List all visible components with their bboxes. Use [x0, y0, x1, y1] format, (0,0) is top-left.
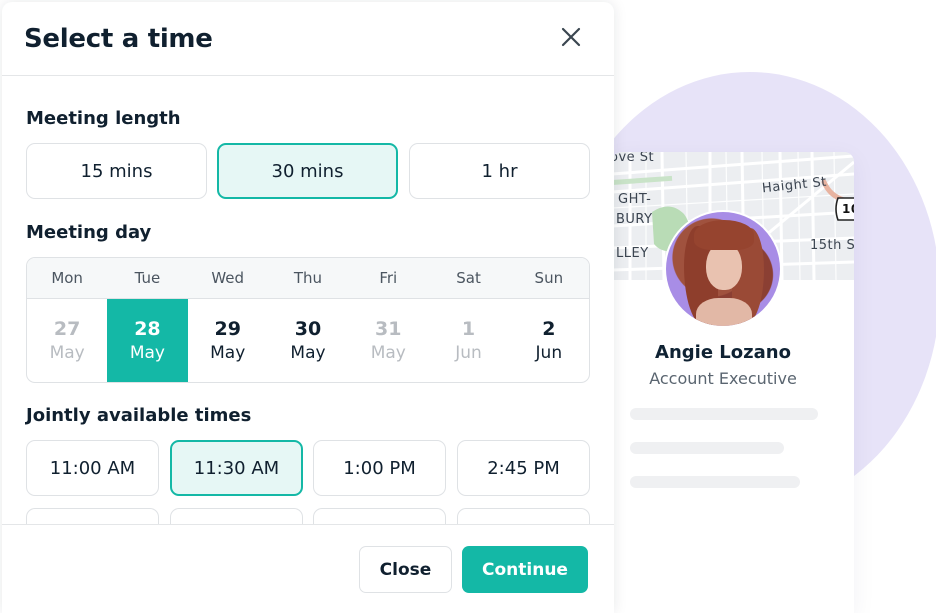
day-row: 27 May 28 May 29 May 30 May 31 May 1 Jun — [27, 299, 589, 382]
day-number: 28 — [134, 317, 161, 340]
time-slot[interactable] — [26, 508, 159, 524]
length-option-15-mins[interactable]: 15 mins — [26, 143, 207, 199]
person-name: Angie Lozano — [655, 342, 791, 363]
profile-card: ove St Haight St GHT- BURY LLEY 15th St … — [612, 152, 854, 613]
day-month: May — [370, 342, 406, 363]
day-number: 27 — [53, 317, 81, 340]
map-label: BURY — [616, 212, 653, 227]
skeleton-line — [630, 476, 800, 488]
weekday-label: Mon — [51, 269, 83, 287]
skeleton-line — [630, 442, 784, 454]
modal-header: Select a time — [2, 2, 614, 76]
day-month: May — [129, 342, 165, 363]
day-cell[interactable]: 29 May — [188, 299, 268, 382]
available-times-label: Jointly available times — [26, 405, 252, 426]
day-number: 29 — [214, 317, 241, 340]
day-month: Jun — [455, 342, 482, 363]
meeting-day-label: Meeting day — [26, 222, 152, 243]
modal-footer: Close Continue — [2, 524, 614, 613]
weekday-label: Sat — [456, 269, 481, 287]
time-slot-selected[interactable]: 11:30 AM — [170, 440, 303, 496]
map-label: LLEY — [616, 246, 649, 261]
map-label: 15th St — [810, 238, 854, 253]
day-cell: 1 Jun — [428, 299, 508, 382]
time-slot[interactable]: 1:00 PM — [313, 440, 446, 496]
day-cell[interactable]: 30 May — [268, 299, 348, 382]
modal-title: Select a time — [24, 24, 213, 54]
time-slot-list[interactable]: 11:00 AM 11:30 AM 1:00 PM 2:45 PM — [2, 438, 614, 524]
day-picker: Mon Tue Wed Thu Fri Sat Sun 27 May 28 Ma… — [26, 257, 590, 383]
weekday-label: Thu — [293, 269, 323, 287]
weekday-label: Tue — [134, 269, 161, 287]
close-button[interactable]: Close — [359, 546, 452, 593]
continue-button[interactable]: Continue — [462, 546, 588, 593]
time-slot[interactable] — [170, 508, 303, 524]
skeleton-line — [630, 408, 818, 420]
meeting-length-label: Meeting length — [26, 108, 181, 129]
day-month: May — [49, 342, 85, 363]
length-option-30-mins[interactable]: 30 mins — [217, 143, 398, 199]
time-slot[interactable]: 2:45 PM — [457, 440, 590, 496]
day-number: 2 — [542, 317, 556, 340]
day-cell: 27 May — [27, 299, 107, 382]
time-slot[interactable] — [457, 508, 590, 524]
time-slot[interactable] — [313, 508, 446, 524]
day-number: 30 — [294, 317, 322, 340]
length-option-1-hr[interactable]: 1 hr — [409, 143, 590, 199]
day-month: May — [290, 342, 326, 363]
weekday-label: Sun — [534, 269, 564, 287]
day-month: May — [210, 342, 246, 363]
weekday-label: Wed — [211, 269, 245, 287]
day-number: 1 — [461, 317, 476, 340]
day-cell: 31 May — [348, 299, 428, 382]
day-cell[interactable]: 2 Jun — [509, 299, 589, 382]
day-month: Jun — [535, 342, 563, 363]
map-label: ove St — [612, 152, 655, 165]
weekday-label: Fri — [379, 269, 398, 287]
weekday-header: Mon Tue Wed Thu Fri Sat Sun — [27, 258, 589, 299]
map-label: GHT- — [618, 192, 652, 207]
time-slot[interactable]: 11:00 AM — [26, 440, 159, 496]
highway-shield-label: 10 — [842, 202, 854, 216]
select-time-modal: Select a time Meeting length 15 mins 30 … — [2, 2, 614, 613]
close-icon[interactable] — [558, 24, 584, 50]
avatar — [666, 212, 780, 326]
person-role: Account Executive — [649, 369, 797, 388]
day-cell-selected[interactable]: 28 May — [107, 299, 188, 382]
day-number: 31 — [375, 317, 402, 340]
